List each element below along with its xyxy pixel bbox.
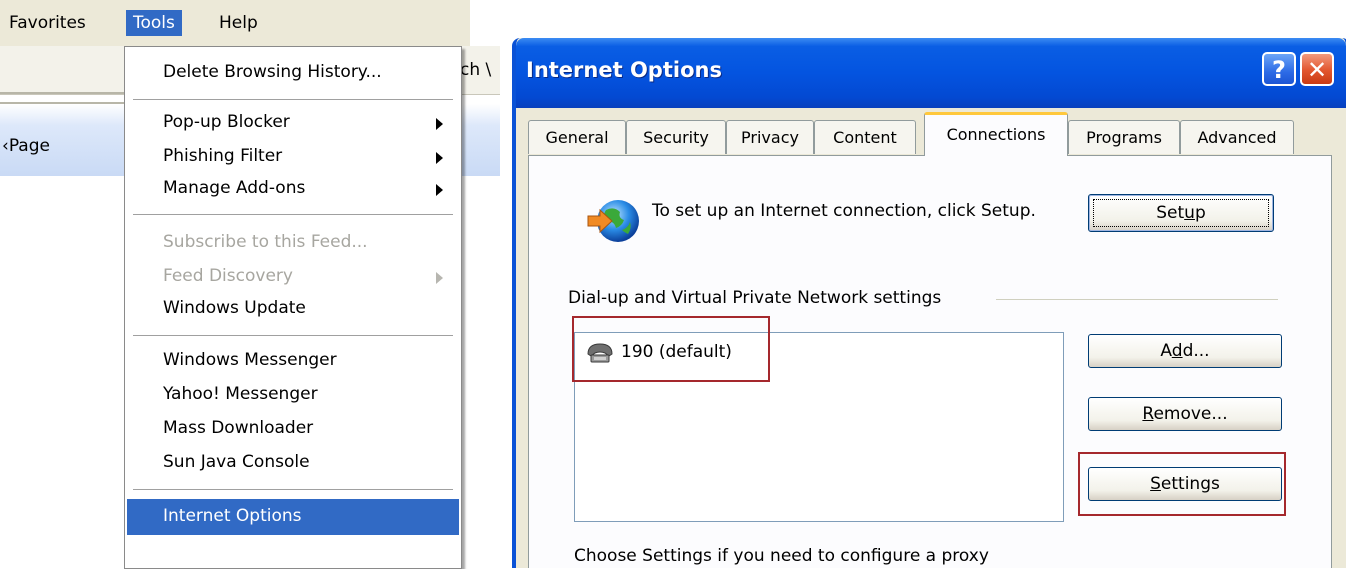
- submenu-arrow-icon: [436, 184, 443, 196]
- menu-item-label: Manage Add-ons: [163, 178, 306, 198]
- setup-button[interactable]: Setup: [1088, 194, 1274, 232]
- group-divider: [996, 299, 1278, 300]
- search-fragment: ch \: [460, 60, 492, 80]
- proxy-instruction-text: Choose Settings if you need to configure…: [574, 546, 989, 566]
- internet-options-dialog: Internet Options ? ✕ General Security Pr…: [512, 38, 1346, 568]
- menu-item-label: Windows Messenger: [163, 350, 337, 370]
- menu-item-sun-java-console[interactable]: Sun Java Console: [127, 447, 459, 479]
- tab-content[interactable]: Content: [814, 120, 916, 154]
- menu-help[interactable]: Help: [212, 10, 265, 36]
- menu-item-yahoo-messenger[interactable]: Yahoo! Messenger: [127, 379, 459, 411]
- menu-separator: [133, 335, 453, 337]
- highlight-box-settings: [1078, 452, 1286, 516]
- label-part: A: [1160, 341, 1172, 361]
- menu-item-subscribe-feed[interactable]: Subscribe to this Feed...: [127, 227, 459, 259]
- tab-privacy[interactable]: Privacy: [726, 120, 814, 154]
- tab-label: Content: [833, 128, 897, 147]
- label-part: emove...: [1153, 404, 1228, 424]
- tab-advanced[interactable]: Advanced: [1180, 120, 1294, 154]
- tab-programs[interactable]: Programs: [1068, 120, 1180, 154]
- menu-item-internet-options[interactable]: Internet Options: [127, 499, 459, 535]
- submenu-arrow-icon: [436, 118, 443, 130]
- menu-item-feed-discovery[interactable]: Feed Discovery: [127, 261, 459, 293]
- tab-connections[interactable]: Connections: [924, 112, 1068, 156]
- menu-item-phishing-filter[interactable]: Phishing Filter: [127, 141, 459, 173]
- dialog-titlebar[interactable]: Internet Options ? ✕: [516, 38, 1346, 108]
- submenu-arrow-icon: [436, 272, 443, 284]
- menu-item-label: Mass Downloader: [163, 418, 314, 438]
- menu-item-label: Delete Browsing History...: [163, 62, 382, 82]
- menu-item-label: Yahoo! Messenger: [163, 384, 318, 404]
- tab-general[interactable]: General: [528, 120, 626, 154]
- highlight-box-connection: [572, 316, 770, 382]
- mnemonic-letter: d: [1171, 341, 1183, 361]
- menu-bar: Favorites Tools Help: [0, 0, 470, 46]
- menu-item-manage-addons[interactable]: Manage Add-ons: [127, 173, 459, 205]
- menu-separator: [133, 489, 453, 491]
- dialog-title: Internet Options: [526, 58, 722, 82]
- menu-tools[interactable]: Tools: [126, 10, 182, 36]
- page-label: Page: [8, 136, 50, 156]
- menu-item-windows-messenger[interactable]: Windows Messenger: [127, 345, 459, 377]
- menu-item-label: Subscribe to this Feed...: [163, 232, 368, 252]
- help-icon[interactable]: ?: [1262, 52, 1296, 86]
- menu-favorites[interactable]: Favorites: [2, 10, 93, 36]
- focus-rectangle: [1093, 199, 1269, 227]
- dialup-vpn-heading: Dial-up and Virtual Private Network sett…: [568, 288, 942, 308]
- menu-item-mass-downloader[interactable]: Mass Downloader: [127, 413, 459, 445]
- page-menu-button[interactable]: ‹Page: [2, 136, 50, 156]
- tab-label: Connections: [946, 125, 1046, 144]
- menu-item-popup-blocker[interactable]: Pop-up Blocker: [127, 107, 459, 139]
- menu-item-label: Phishing Filter: [163, 146, 283, 166]
- menu-item-windows-update[interactable]: Windows Update: [127, 293, 459, 325]
- tab-label: Programs: [1086, 128, 1162, 147]
- toolbar-divider: [0, 92, 130, 104]
- tab-label: Security: [643, 128, 709, 147]
- menu-separator: [133, 214, 453, 216]
- tools-dropdown-menu: Delete Browsing History... Pop-up Blocke…: [124, 46, 462, 569]
- mnemonic-letter: R: [1142, 404, 1154, 424]
- tab-label: General: [545, 128, 609, 147]
- setup-instruction-text: To set up an Internet connection, click …: [652, 201, 1036, 221]
- label-part: d...: [1182, 341, 1210, 361]
- menu-item-label: Pop-up Blocker: [163, 112, 290, 132]
- menu-item-label: Sun Java Console: [163, 452, 310, 472]
- close-icon[interactable]: ✕: [1300, 52, 1334, 86]
- add-button[interactable]: Add...: [1088, 334, 1282, 368]
- tab-security[interactable]: Security: [626, 120, 726, 154]
- tab-label: Advanced: [1197, 128, 1277, 147]
- globe-connection-icon: [587, 200, 639, 242]
- menu-item-label: Internet Options: [163, 506, 302, 526]
- page-prefix-glyph: ‹: [2, 136, 9, 156]
- menu-item-label: Feed Discovery: [163, 266, 293, 286]
- menu-separator: [133, 99, 453, 101]
- tab-label: Privacy: [741, 128, 799, 147]
- menu-item-label: Windows Update: [163, 298, 306, 318]
- menu-item-delete-history[interactable]: Delete Browsing History...: [127, 57, 459, 89]
- remove-button[interactable]: Remove...: [1088, 397, 1282, 431]
- submenu-arrow-icon: [436, 152, 443, 164]
